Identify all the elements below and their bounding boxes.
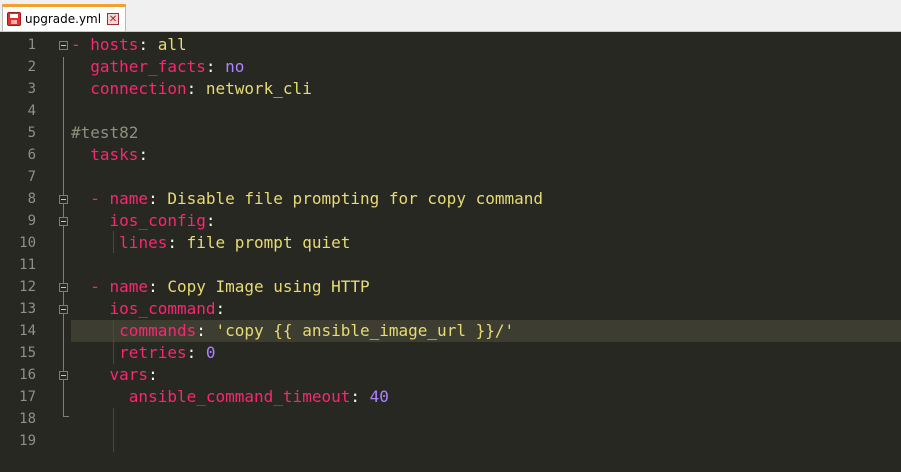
line-number: 17: [19, 389, 36, 405]
yaml-value: 'copy {{ ansible_image_url }}/': [215, 321, 515, 340]
yaml-key: gather_facts: [90, 57, 206, 76]
code-line[interactable]: ios_command:: [71, 298, 226, 320]
code-line[interactable]: - hosts: all: [71, 34, 187, 56]
yaml-comment: #test82: [71, 123, 139, 142]
fold-line: [63, 57, 64, 417]
line-number: 8: [27, 191, 36, 207]
yaml-colon: :: [350, 387, 370, 406]
line-number: 3: [27, 81, 36, 97]
yaml-key: name: [109, 189, 149, 208]
yaml-colon: :: [186, 79, 206, 98]
list-dash: -: [90, 189, 110, 208]
list-dash: -: [71, 35, 91, 54]
yaml-key: name: [109, 277, 149, 296]
line-number: 12: [19, 279, 36, 295]
line-number: 13: [19, 301, 36, 317]
line-number: 18: [19, 411, 36, 427]
line-number: 2: [27, 59, 36, 75]
fold-toggle-icon[interactable]: [59, 283, 68, 292]
line-number: 10: [19, 235, 36, 251]
indent-guide: [113, 408, 114, 452]
yaml-key: hosts: [90, 35, 139, 54]
fold-end-marker: [63, 416, 69, 417]
close-icon[interactable]: ✕: [107, 13, 120, 25]
code-line[interactable]: vars:: [71, 364, 158, 386]
yaml-colon: :: [167, 233, 187, 252]
line-number: 14: [19, 323, 36, 339]
tab-upgrade-yml[interactable]: upgrade.yml ✕: [2, 4, 127, 31]
yaml-value: Copy Image using HTTP: [167, 277, 370, 296]
list-dash: -: [90, 277, 110, 296]
yaml-value: 40: [369, 387, 389, 406]
yaml-colon: :: [148, 189, 168, 208]
yaml-key: ios_config: [109, 211, 206, 230]
line-number: 15: [19, 345, 36, 361]
fold-toggle-icon[interactable]: [59, 195, 68, 204]
yaml-key: commands: [119, 321, 197, 340]
yaml-value: file prompt quiet: [186, 233, 351, 252]
yaml-value: Disable file prompting for copy command: [167, 189, 544, 208]
code-line[interactable]: - name: Disable file prompting for copy …: [71, 188, 543, 210]
code-line[interactable]: ios_config:: [71, 210, 216, 232]
yaml-key: connection: [90, 79, 187, 98]
line-number: 5: [27, 125, 36, 141]
tab-bar: upgrade.yml ✕: [0, 0, 901, 32]
line-number: 16: [19, 367, 36, 383]
yaml-colon: :: [205, 211, 216, 230]
fold-toggle-icon[interactable]: [59, 305, 68, 314]
line-number: 4: [27, 103, 36, 119]
code-line[interactable]: ansible_command_timeout: 40: [71, 386, 389, 408]
yaml-colon: :: [205, 57, 226, 76]
yaml-value: network_cli: [205, 79, 312, 98]
tab-label: upgrade.yml: [25, 12, 102, 26]
yaml-value: all: [157, 35, 187, 54]
line-number: 9: [27, 213, 36, 229]
yaml-key: lines: [119, 233, 168, 252]
code-line[interactable]: - name: Copy Image using HTTP: [71, 276, 370, 298]
yaml-colon: :: [148, 365, 158, 384]
fold-toggle-icon[interactable]: [59, 371, 68, 380]
yaml-key: tasks: [90, 145, 139, 164]
fold-toggle-icon[interactable]: [59, 41, 68, 50]
yaml-colon: :: [196, 321, 216, 340]
yaml-value: no: [225, 57, 245, 76]
code-line-current[interactable]: commands: 'copy {{ ansible_image_url }}/…: [71, 320, 514, 342]
line-number: 6: [27, 147, 36, 163]
line-number: 1: [27, 37, 36, 53]
yaml-key: retries: [119, 343, 187, 362]
line-number: 11: [19, 257, 36, 273]
yaml-colon: :: [138, 35, 158, 54]
code-line[interactable]: connection: network_cli: [71, 78, 312, 100]
yaml-key: ios_command: [109, 299, 216, 318]
line-number: 7: [27, 169, 36, 185]
yaml-colon: :: [138, 145, 149, 164]
save-icon: [7, 12, 21, 26]
fold-toggle-icon[interactable]: [59, 217, 68, 226]
code-line[interactable]: lines: file prompt quiet: [71, 232, 350, 254]
yaml-colon: :: [215, 299, 226, 318]
yaml-colon: :: [186, 343, 206, 362]
code-line[interactable]: retries: 0: [71, 342, 216, 364]
yaml-colon: :: [148, 277, 168, 296]
yaml-key: ansible_command_timeout: [128, 387, 351, 406]
code-line[interactable]: gather_facts: no: [71, 56, 244, 78]
code-line[interactable]: tasks:: [71, 144, 148, 166]
code-line[interactable]: #test82: [71, 122, 138, 144]
line-number: 19: [19, 433, 36, 449]
yaml-key: vars: [109, 365, 149, 384]
yaml-value: 0: [205, 343, 216, 362]
